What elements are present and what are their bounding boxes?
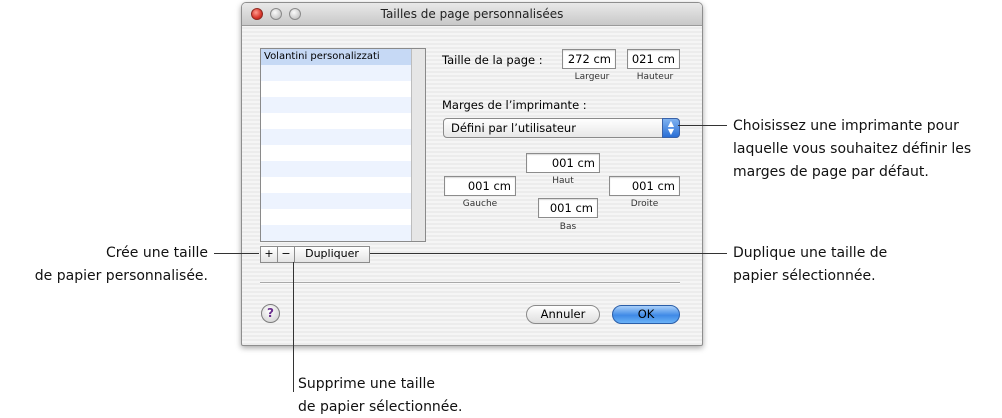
margin-right-field[interactable]: 001 cm xyxy=(609,176,680,196)
cancel-button[interactable]: Annuler xyxy=(526,305,600,324)
margin-right-caption: Droite xyxy=(630,199,659,209)
list-item[interactable] xyxy=(261,193,411,209)
help-icon[interactable]: ? xyxy=(261,304,280,323)
duplicate-callout-line1: Duplique une taille de xyxy=(733,245,888,261)
list-item[interactable] xyxy=(261,113,411,129)
list-item[interactable] xyxy=(261,225,411,241)
printer-callout-line1: Choisissez une imprimante pour xyxy=(733,118,959,134)
printer-callout-line3: marges de page par défaut. xyxy=(733,164,929,180)
page-height-field[interactable]: 021 cm xyxy=(627,49,680,69)
margin-bottom-field[interactable]: 001 cm xyxy=(538,198,598,218)
create-callout-line1: Crée une taille xyxy=(105,245,208,261)
duplicate-button[interactable]: Dupliquer xyxy=(294,246,370,263)
add-size-button[interactable]: + xyxy=(260,246,278,263)
create-callout-line2: de papier personnalisée. xyxy=(34,268,208,284)
list-item[interactable] xyxy=(261,209,411,225)
list-item[interactable]: Volantini personalizzati xyxy=(261,49,411,65)
printer-callout-line xyxy=(678,125,727,126)
width-caption: Largeur xyxy=(574,72,610,82)
list-item[interactable] xyxy=(261,161,411,177)
ok-button[interactable]: OK xyxy=(612,305,680,324)
delete-callout-line2: de papier sélectionnée. xyxy=(298,399,463,415)
margin-top-field[interactable]: 001 cm xyxy=(526,153,600,173)
delete-callout-line1: Supprime une taille xyxy=(298,376,436,392)
printer-popup[interactable]: Défini par l’utilisateur ▲ ▼ xyxy=(443,118,680,138)
remove-size-button[interactable]: − xyxy=(277,246,295,263)
custom-page-sizes-window: Tailles de page personnalisées Volantini… xyxy=(241,2,703,346)
duplicate-callout-line xyxy=(370,253,727,254)
list-item[interactable] xyxy=(261,81,411,97)
duplicate-callout-line2: papier sélectionnée. xyxy=(733,268,876,284)
list-item[interactable] xyxy=(261,65,411,81)
title-bar[interactable]: Tailles de page personnalisées xyxy=(242,3,702,26)
height-caption: Hauteur xyxy=(636,72,674,82)
page-size-label: Taille de la page : xyxy=(442,53,543,67)
up-down-arrows-icon: ▲ ▼ xyxy=(662,118,680,138)
divider xyxy=(260,282,680,284)
list-item[interactable] xyxy=(261,145,411,161)
delete-callout-line xyxy=(293,262,294,392)
list-item[interactable] xyxy=(261,129,411,145)
printer-margins-label: Marges de l’imprimante : xyxy=(442,98,587,112)
page-width-field[interactable]: 272 cm xyxy=(562,49,616,69)
list-item[interactable] xyxy=(261,177,411,193)
window-title: Tailles de page personnalisées xyxy=(380,7,564,21)
printer-popup-value: Défini par l’utilisateur xyxy=(451,121,576,135)
margin-top-caption: Haut xyxy=(552,176,574,186)
printer-callout-line2: laquelle vous souhaitez définir les xyxy=(733,141,972,157)
margin-left-caption: Gauche xyxy=(462,199,498,209)
margin-left-field[interactable]: 001 cm xyxy=(444,176,516,196)
list-scrollbar[interactable] xyxy=(411,49,425,241)
create-callout-line xyxy=(214,253,259,254)
list-item[interactable] xyxy=(261,97,411,113)
margin-bottom-caption: Bas xyxy=(559,222,577,232)
paper-size-list[interactable]: Volantini personalizzati xyxy=(260,48,426,242)
